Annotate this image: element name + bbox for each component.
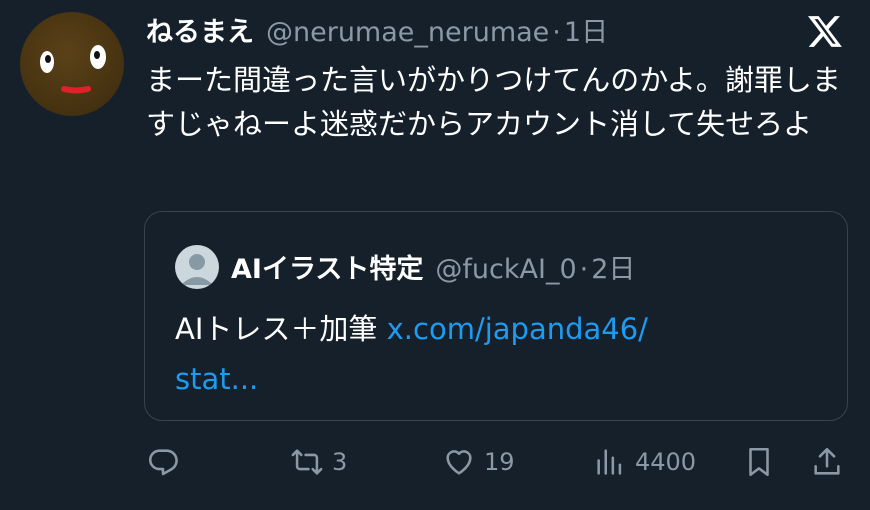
avatar-face-image [40,45,106,94]
bookmark-icon [749,447,769,477]
default-avatar-icon [181,254,213,285]
tweet-text: まーた間違った言いがかりつけてんのかよ。謝罪しますじゃねーよ迷惑だからアカウント… [146,63,841,141]
quote-avatar[interactable] [175,245,219,289]
like-count: 19 [484,448,515,476]
share-icon [814,447,840,475]
views-count: 4400 [635,448,697,476]
views-button[interactable]: 4400 [593,440,696,484]
like-button[interactable]: 19 [442,440,515,484]
quote-body-text: AIトレス＋加筆 [175,312,387,346]
action-bar: 3 19 4400 [0,440,870,484]
quote-separator-dot: · [579,254,589,285]
views-icon [597,449,622,475]
separator-dot: · [552,17,561,48]
share-button[interactable] [810,440,844,484]
x-logo-icon[interactable] [808,16,842,47]
quote-timestamp[interactable]: 2日 [591,247,635,286]
retweet-button[interactable]: 3 [290,440,347,484]
timestamp[interactable]: 1日 [564,10,608,49]
tweet-header: ねるまえ @nerumae_nerumae · 1日 [146,10,608,50]
heart-icon [446,450,472,475]
avatar[interactable] [20,12,124,116]
user-handle[interactable]: @nerumae_nerumae [266,17,549,48]
retweet-count: 3 [332,448,348,476]
reply-icon [148,449,178,476]
quote-user-handle[interactable]: @fuckAI_0 [435,254,576,285]
reply-button[interactable] [146,440,180,484]
retweet-icon [291,449,323,475]
quote-text: AIトレス＋加筆 x.com/japanda46/ stat... [175,304,815,404]
display-name[interactable]: ねるまえ [146,10,254,49]
quote-display-name[interactable]: AIイラスト特定 [231,247,423,286]
quote-header: AIイラスト特定 @fuckAI_0 · 2日 [231,247,635,286]
bookmark-button[interactable] [742,440,776,484]
quoted-tweet[interactable]: AIイラスト特定 @fuckAI_0 · 2日 AIトレス＋加筆 x.com/j… [144,211,848,421]
